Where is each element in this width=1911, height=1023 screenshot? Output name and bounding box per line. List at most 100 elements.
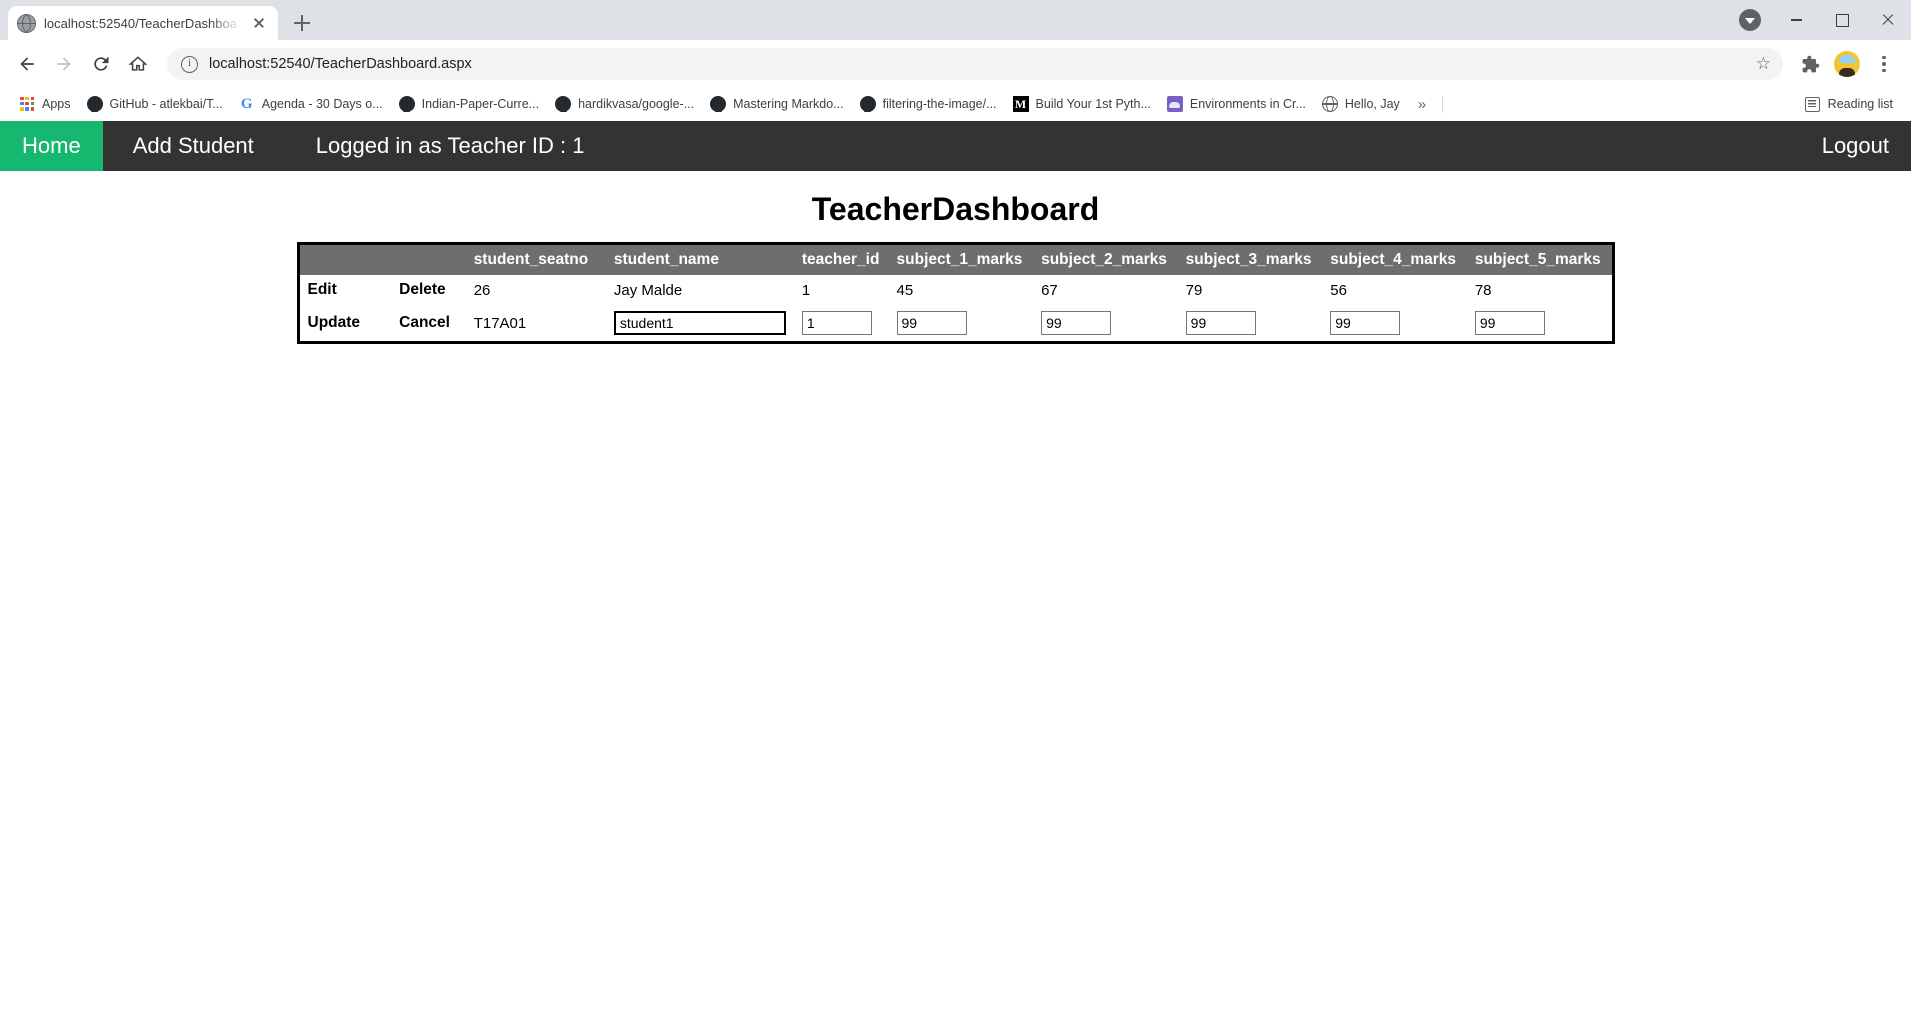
cancel-link[interactable]: Cancel bbox=[399, 314, 450, 331]
back-arrow-icon[interactable] bbox=[10, 47, 44, 81]
bookmarks-bar: Apps GitHub - atlekbai/T... G Agenda - 3… bbox=[0, 88, 1911, 121]
github-icon bbox=[86, 96, 103, 112]
table-row-editing: Update Cancel T17A01 bbox=[300, 305, 1612, 341]
three-dot-menu-icon[interactable] bbox=[1867, 47, 1901, 81]
bookmark-apps[interactable]: Apps bbox=[12, 93, 79, 116]
divider bbox=[1442, 95, 1444, 113]
medium-icon: M bbox=[1012, 96, 1029, 112]
bookmark-label: hardikvasa/google-... bbox=[578, 97, 695, 111]
nav-login-status[interactable]: Logged in as Teacher ID : 1 bbox=[294, 121, 607, 171]
bookmark-label: Hello, Jay bbox=[1344, 97, 1400, 111]
subject-5-marks-input[interactable] bbox=[1474, 311, 1545, 335]
bookmark-star-icon[interactable]: ☆ bbox=[1756, 54, 1771, 74]
tab-strip: localhost:52540/TeacherDashboa bbox=[0, 0, 1911, 40]
table-header-row: student_seatno student_name teacher_id s… bbox=[299, 245, 1612, 275]
cell-teacher-id: 1 bbox=[801, 281, 811, 299]
subject-1-marks-input[interactable] bbox=[896, 311, 967, 335]
cell-delete-command: Delete bbox=[391, 275, 466, 305]
github-icon bbox=[555, 96, 572, 112]
nav-item-logout[interactable]: Logout bbox=[1800, 121, 1911, 171]
minimize-icon[interactable] bbox=[1773, 0, 1819, 40]
update-link[interactable]: Update bbox=[308, 314, 361, 331]
bookmark-item[interactable]: M Build Your 1st Pyth... bbox=[1005, 92, 1159, 116]
google-icon: G bbox=[240, 96, 253, 112]
column-header-commands2 bbox=[391, 245, 466, 275]
page-title: TeacherDashboard bbox=[811, 191, 1100, 227]
reading-list-button[interactable]: Reading list bbox=[1797, 93, 1901, 116]
github-icon bbox=[859, 96, 876, 112]
apps-grid-icon bbox=[20, 96, 35, 112]
cell-edit-command: Edit bbox=[300, 275, 392, 305]
bookmark-item[interactable]: Environments in Cr... bbox=[1159, 92, 1314, 116]
column-header-subject-5-marks: subject_5_marks bbox=[1466, 245, 1612, 275]
teacher-id-input[interactable] bbox=[801, 311, 872, 335]
edit-link[interactable]: Edit bbox=[308, 281, 337, 298]
student-grid: student_seatno student_name teacher_id s… bbox=[296, 242, 1615, 344]
cell-student-seatno-readonly: T17A01 bbox=[473, 314, 527, 332]
cell-subject-1-marks-input bbox=[889, 305, 1034, 341]
bookmark-label: Build Your 1st Pyth... bbox=[1035, 97, 1151, 111]
bookmark-item[interactable]: Hello, Jay bbox=[1314, 92, 1408, 116]
bookmark-item[interactable]: Mastering Markdo... bbox=[702, 92, 851, 116]
bookmark-item[interactable]: filtering-the-image/... bbox=[852, 92, 1005, 116]
url-text[interactable]: localhost:52540/TeacherDashboard.aspx bbox=[209, 56, 1745, 72]
home-icon[interactable] bbox=[121, 47, 155, 81]
bookmark-label: Apps bbox=[42, 97, 71, 111]
delete-link[interactable]: Delete bbox=[399, 281, 446, 298]
cloud-icon bbox=[1166, 96, 1183, 112]
close-icon[interactable] bbox=[1865, 0, 1911, 40]
reload-icon[interactable] bbox=[84, 47, 118, 81]
bookmark-item[interactable]: Indian-Paper-Curre... bbox=[391, 92, 547, 116]
cell-subject-2-marks: 67 bbox=[1041, 281, 1058, 299]
reading-list-icon bbox=[1804, 96, 1820, 112]
cell-subject-1-marks: 45 bbox=[896, 281, 914, 299]
forward-arrow-icon[interactable] bbox=[47, 47, 81, 81]
maximize-icon[interactable] bbox=[1819, 0, 1865, 40]
github-icon bbox=[398, 96, 415, 112]
cell-cancel-command: Cancel bbox=[391, 305, 466, 341]
browser-toolbar: localhost:52540/TeacherDashboard.aspx ☆ bbox=[0, 40, 1911, 88]
subject-3-marks-input[interactable] bbox=[1185, 311, 1256, 335]
nav-item-add-student[interactable]: Add Student bbox=[111, 121, 276, 171]
site-info-icon[interactable] bbox=[181, 55, 198, 73]
bookmark-label: GitHub - atlekbai/T... bbox=[109, 97, 223, 111]
new-tab-button[interactable] bbox=[288, 9, 316, 37]
window-controls bbox=[1727, 0, 1911, 40]
cell-student-name-input bbox=[606, 305, 794, 341]
column-header-student-seatno: student_seatno bbox=[465, 245, 606, 275]
table-row: Edit Delete 26 Jay Malde 1 45 67 79 56 7… bbox=[300, 275, 1612, 305]
subject-2-marks-input[interactable] bbox=[1041, 311, 1112, 335]
subject-4-marks-input[interactable] bbox=[1330, 311, 1401, 335]
avatar[interactable] bbox=[1830, 47, 1864, 81]
column-header-student-name: student_name bbox=[605, 245, 794, 275]
student-name-input[interactable] bbox=[613, 311, 786, 335]
github-icon bbox=[710, 96, 727, 112]
browser-window: localhost:52540/TeacherDashboa i localho… bbox=[0, 0, 1911, 1023]
column-header-subject-3-marks: subject_3_marks bbox=[1177, 245, 1323, 275]
bookmark-label: Environments in Cr... bbox=[1189, 97, 1306, 111]
download-icon[interactable] bbox=[1727, 0, 1773, 40]
reading-list-label: Reading list bbox=[1827, 97, 1893, 111]
close-icon[interactable] bbox=[250, 14, 268, 32]
globe-icon bbox=[17, 13, 36, 33]
cell-teacher-id-input bbox=[794, 305, 889, 341]
cell-student-seatno: 26 bbox=[473, 281, 491, 299]
address-bar[interactable]: localhost:52540/TeacherDashboard.aspx ☆ bbox=[167, 48, 1783, 80]
cell-subject-5-marks-input bbox=[1467, 305, 1612, 341]
bookmark-item[interactable]: GitHub - atlekbai/T... bbox=[79, 92, 231, 116]
cell-subject-4-marks-input bbox=[1322, 305, 1467, 341]
puzzle-icon[interactable] bbox=[1793, 47, 1827, 81]
cell-subject-3-marks: 79 bbox=[1185, 281, 1203, 299]
cell-subject-3-marks-input bbox=[1178, 305, 1323, 341]
browser-tab[interactable]: localhost:52540/TeacherDashboa bbox=[8, 6, 278, 40]
bookmark-label: Indian-Paper-Curre... bbox=[421, 97, 540, 111]
cell-subject-4-marks: 56 bbox=[1330, 281, 1347, 299]
bookmark-label: Agenda - 30 Days o... bbox=[261, 97, 383, 111]
bookmark-item[interactable]: G Agenda - 30 Days o... bbox=[231, 92, 391, 116]
bookmarks-overflow-button[interactable]: » bbox=[1408, 93, 1436, 116]
nav-item-home[interactable]: Home bbox=[0, 121, 103, 171]
cell-subject-5-marks: 78 bbox=[1474, 281, 1492, 299]
bookmark-item[interactable]: hardikvasa/google-... bbox=[547, 92, 702, 116]
page-viewport: Home Add Student Logged in as Teacher ID… bbox=[0, 121, 1911, 1023]
tab-title: localhost:52540/TeacherDashboa bbox=[44, 15, 237, 31]
